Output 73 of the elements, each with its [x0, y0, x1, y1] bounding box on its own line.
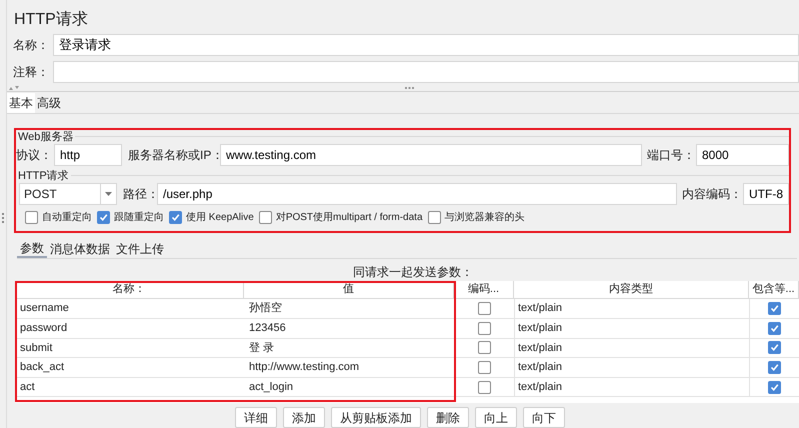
option-label: 对POST使用multipart / form-data: [276, 210, 423, 225]
checkbox[interactable]: [25, 210, 38, 224]
column-header[interactable]: 编码...: [454, 281, 514, 298]
text-field[interactable]: 8000: [696, 144, 789, 166]
tab[interactable]: 文件上传: [113, 240, 167, 258]
checkbox[interactable]: [169, 210, 182, 224]
tab[interactable]: 参数: [17, 240, 47, 258]
table-cell-text: act_login: [248, 380, 294, 395]
table-cell-text: username: [19, 301, 70, 316]
table-cell-text: act: [19, 380, 36, 395]
checkbox[interactable]: [428, 210, 441, 224]
action-button[interactable]: 删除: [427, 407, 469, 428]
table-cell: text/plain: [514, 299, 749, 318]
table-cell-text: submit: [19, 340, 54, 356]
checkbox[interactable]: [768, 341, 781, 354]
column-header[interactable]: 值: [244, 281, 454, 298]
checkbox[interactable]: [478, 341, 490, 354]
checkbox[interactable]: [478, 380, 490, 394]
column-header[interactable]: 包含等...: [749, 281, 799, 298]
collapse-arrows-icon[interactable]: [9, 86, 19, 90]
checkbox[interactable]: [768, 322, 781, 335]
table-caption: 同请求一起发送参数：: [352, 264, 474, 282]
option-label: 与浏览器兼容的头: [444, 210, 525, 225]
column-header[interactable]: 名称：: [15, 281, 244, 298]
field-label: 服务器名称或IP：: [128, 146, 220, 164]
method-dropdown[interactable]: POST: [19, 182, 117, 205]
action-button[interactable]: 向下: [523, 407, 565, 428]
table-cell-text: 登 录: [248, 340, 276, 356]
text-field[interactable]: UTF-8: [743, 182, 789, 205]
table-cell-text: password: [19, 321, 68, 336]
checkbox[interactable]: [478, 360, 490, 374]
table-cell: text/plain: [514, 318, 749, 338]
action-button[interactable]: 详细: [235, 407, 277, 428]
action-button[interactable]: 向上: [475, 407, 517, 428]
action-button[interactable]: 从剪贴板添加: [331, 407, 421, 428]
text-field[interactable]: /user.php: [157, 182, 677, 205]
text-field[interactable]: http: [54, 144, 122, 166]
table-cell-text: http://www.testing.com: [248, 360, 360, 376]
panel-title: HTTP请求: [13, 10, 89, 30]
table-cell: text/plain: [514, 338, 749, 358]
checkbox[interactable]: [768, 380, 781, 394]
checkbox[interactable]: [258, 210, 272, 224]
option-label: 自动重定向: [42, 210, 92, 225]
checkbox[interactable]: [478, 302, 490, 316]
field-label: 名称：: [12, 36, 50, 54]
checkbox[interactable]: [97, 210, 110, 224]
section-legend: HTTP请求: [16, 170, 69, 182]
field-label: 路径：: [123, 186, 157, 203]
field-label: 协议：: [16, 146, 53, 164]
checkbox[interactable]: [768, 360, 781, 374]
table-cell-text: back_act: [19, 360, 66, 376]
action-button[interactable]: 添加: [283, 407, 325, 428]
checkbox[interactable]: [478, 322, 490, 335]
checkbox[interactable]: [768, 302, 781, 316]
tab[interactable]: 高级: [35, 92, 63, 113]
table-cell-text: 123456: [248, 321, 287, 336]
section-legend: Web服务器: [16, 130, 74, 143]
option-label: 使用 KeepAlive: [186, 210, 254, 225]
table-cell: text/plain: [514, 358, 749, 377]
column-header[interactable]: 内容类型: [514, 281, 749, 298]
text-field[interactable]: www.testing.com: [220, 144, 642, 166]
field-label: 端口号：: [647, 146, 696, 164]
text-field[interactable]: [53, 60, 799, 83]
field-label: 内容编码：: [682, 186, 743, 203]
drag-handle-icon[interactable]: [2, 213, 4, 223]
tab[interactable]: 基本: [7, 92, 35, 113]
tab[interactable]: 消息体数据: [47, 240, 113, 258]
table-cell-text: 孙悟空: [248, 300, 283, 316]
more-icon[interactable]: [405, 87, 414, 90]
table-cell: text/plain: [514, 378, 749, 396]
field-label: 注释：: [12, 64, 50, 81]
option-label: 跟随重定向: [114, 210, 164, 225]
text-field[interactable]: 登录请求: [53, 34, 799, 56]
